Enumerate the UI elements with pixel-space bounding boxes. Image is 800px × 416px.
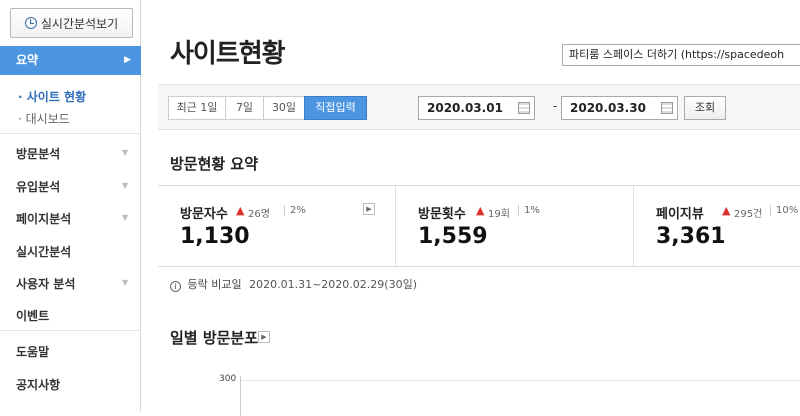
sidebar: 실시간분석보기 요약 ▶ · 사이트 현황 · 대시보드 방문분석 ▼ 유입분석… xyxy=(0,0,141,411)
site-select[interactable]: 파티룸 스페이스 더하기 (https://spacedeoh xyxy=(562,44,800,66)
sidebar-item-summary[interactable]: 요약 ▶ xyxy=(0,46,141,75)
sidebar-item-notices[interactable]: 공지사항 xyxy=(16,376,60,393)
range-1day-button[interactable]: 최근 1일 xyxy=(168,96,226,120)
chevron-down-icon: ▼ xyxy=(122,148,129,157)
visits-card: 방문횟수 ▲ 19회 1% 1,559 xyxy=(396,186,632,266)
pageviews-label: 페이지뷰 xyxy=(656,207,704,222)
realtime-analysis-button[interactable]: 실시간분석보기 xyxy=(10,8,133,38)
chevron-down-icon: ▼ xyxy=(122,213,129,222)
compare-label: 등락 비교일 xyxy=(187,278,242,291)
realtime-analysis-label: 실시간분석보기 xyxy=(40,16,119,31)
start-date-input[interactable]: 2020.03.01 xyxy=(418,96,535,120)
date-separator: - xyxy=(553,99,558,113)
clock-icon xyxy=(24,17,37,29)
pageviews-card: 페이지뷰 ▲ 295건 10% 3,361 xyxy=(634,186,800,266)
pageviews-change: 295건 xyxy=(734,209,763,220)
sidebar-item-inflow-analysis[interactable]: 유입분석 xyxy=(16,178,60,195)
arrow-up-icon: ▲ xyxy=(476,204,485,217)
visits-value: 1,559 xyxy=(418,224,488,249)
calendar-icon[interactable] xyxy=(518,102,530,114)
sidebar-divider xyxy=(0,133,140,134)
visitors-value: 1,130 xyxy=(180,224,250,249)
sidebar-subitem-site-status[interactable]: · 사이트 현황 xyxy=(18,88,86,105)
info-icon: i xyxy=(170,281,181,292)
sidebar-item-events[interactable]: 이벤트 xyxy=(16,307,49,324)
visitors-card: 방문자수 ▲ 26명 2% 1,130 ▶ xyxy=(158,186,394,266)
page-title: 사이트현황 xyxy=(170,39,286,69)
sidebar-subitem-dashboard[interactable]: · 대시보드 xyxy=(18,110,70,127)
calendar-icon[interactable] xyxy=(661,102,673,114)
chevron-down-icon: ▼ xyxy=(122,278,129,287)
visitors-change: 26명 xyxy=(248,209,270,220)
sidebar-item-help[interactable]: 도움말 xyxy=(16,343,49,360)
arrow-up-icon: ▲ xyxy=(722,204,731,217)
sidebar-divider xyxy=(0,330,140,331)
end-date-input[interactable]: 2020.03.30 xyxy=(561,96,678,120)
y-axis-tick-label: 300 xyxy=(219,374,237,384)
pageviews-change-pct: 10% xyxy=(770,205,798,216)
visitors-change-pct: 2% xyxy=(284,205,306,216)
chevron-right-icon: ▶ xyxy=(124,55,131,65)
compare-range: 2020.01.31~2020.02.29(30일) xyxy=(249,278,417,291)
chevron-right-icon[interactable]: ▶ xyxy=(258,331,270,343)
visits-change-pct: 1% xyxy=(518,205,540,216)
daily-section-title: 일별 방문분포 xyxy=(170,329,259,347)
chart-gridline xyxy=(240,380,800,381)
date-toolbar: 최근 1일 7일 30일 직접입력 2020.03.01 - 2020.03.3… xyxy=(158,84,800,130)
chevron-down-icon: ▼ xyxy=(122,181,129,190)
chart-y-axis xyxy=(240,376,241,416)
search-button[interactable]: 조회 xyxy=(684,96,726,120)
summary-cards: 방문자수 ▲ 26명 2% 1,130 ▶ 방문횟수 ▲ 19회 1% 1,55… xyxy=(158,185,800,267)
sidebar-item-realtime-analysis[interactable]: 실시간분석 xyxy=(16,243,71,260)
visitors-label: 방문자수 xyxy=(180,207,228,222)
range-7day-button[interactable]: 7일 xyxy=(225,96,264,120)
sidebar-item-visit-analysis[interactable]: 방문분석 xyxy=(16,145,60,162)
main-content: 사이트현황 파티룸 스페이스 더하기 (https://spacedeoh 최근… xyxy=(141,0,800,416)
range-custom-button[interactable]: 직접입력 xyxy=(304,96,367,120)
compare-period-note: i 등락 비교일 2020.01.31~2020.02.29(30일) xyxy=(170,276,417,292)
visits-change: 19회 xyxy=(488,209,510,220)
start-date-value: 2020.03.01 xyxy=(427,101,503,115)
arrow-up-icon: ▲ xyxy=(236,204,245,217)
summary-section-title: 방문현황 요약 xyxy=(170,155,259,173)
sidebar-item-page-analysis[interactable]: 페이지분석 xyxy=(16,210,71,227)
range-30day-button[interactable]: 30일 xyxy=(263,96,305,120)
sidebar-item-summary-label: 요약 xyxy=(16,53,39,67)
pageviews-value: 3,361 xyxy=(656,224,726,249)
sidebar-item-user-analysis[interactable]: 사용자 분석 xyxy=(16,275,75,292)
chevron-right-icon[interactable]: ▶ xyxy=(363,203,375,215)
visits-label: 방문횟수 xyxy=(418,207,466,222)
end-date-value: 2020.03.30 xyxy=(570,101,646,115)
